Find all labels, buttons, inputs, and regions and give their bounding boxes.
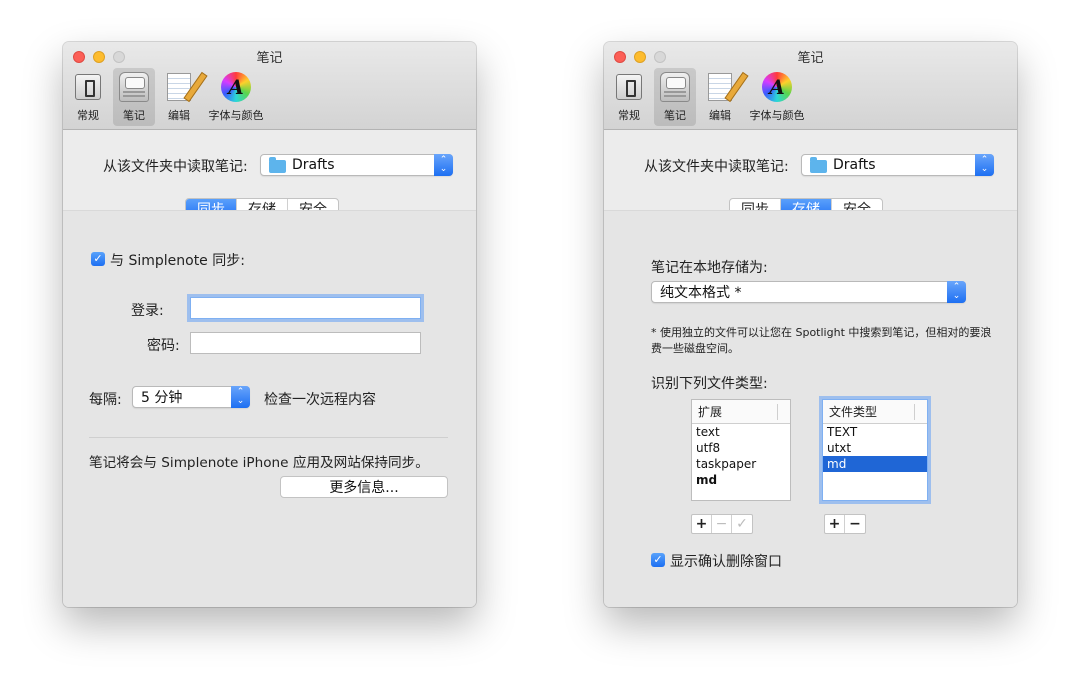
add-extension-button[interactable]: + bbox=[692, 515, 712, 533]
storage-format-value: 纯文本格式 * bbox=[660, 285, 742, 301]
toolbar-notes[interactable]: 笔记 bbox=[654, 68, 696, 126]
password-input[interactable] bbox=[190, 332, 421, 354]
toolbar-general[interactable]: 常规 bbox=[73, 68, 103, 126]
interval-suffix: 检查一次远程内容 bbox=[264, 392, 376, 408]
popup-arrows-icon: ⌃ ⌄ bbox=[947, 281, 966, 303]
add-filetype-button[interactable]: + bbox=[825, 515, 845, 533]
popup-arrows-icon: ⌃ ⌄ bbox=[434, 154, 453, 176]
extensions-controls: + − ✓ bbox=[691, 514, 753, 534]
list-item[interactable]: utf8 bbox=[692, 440, 790, 456]
folder-icon bbox=[269, 156, 286, 173]
extensions-table[interactable]: 扩展 text utf8 taskpaper md bbox=[691, 399, 791, 501]
interval-value: 5 分钟 bbox=[141, 390, 183, 406]
remove-filetype-button[interactable]: − bbox=[845, 515, 865, 533]
popup-arrows-icon: ⌃ ⌄ bbox=[975, 154, 994, 176]
confirm-delete-checkbox[interactable]: ✓ bbox=[651, 553, 665, 567]
interval-popup[interactable]: 5 分钟 ⌃ ⌄ bbox=[132, 386, 250, 408]
toolbar-edit[interactable]: 编辑 bbox=[702, 68, 738, 126]
filetypes-controls: + − bbox=[824, 514, 866, 534]
notes-icon bbox=[119, 72, 149, 102]
edit-icon bbox=[708, 73, 732, 101]
window-title: 笔记 bbox=[256, 51, 283, 66]
filetypes-label: 识别下列文件类型: bbox=[651, 376, 768, 392]
toolbar-edit-label: 编辑 bbox=[168, 109, 190, 122]
font-color-icon: A bbox=[221, 72, 251, 102]
folder-value: Drafts bbox=[833, 157, 876, 173]
sync-checkbox[interactable]: ✓ bbox=[91, 252, 105, 266]
confirm-delete-label: 显示确认删除窗口 bbox=[670, 554, 782, 570]
popup-arrows-icon: ⌃ ⌄ bbox=[231, 386, 250, 408]
folder-label: 从该文件夹中读取笔记: bbox=[103, 159, 248, 175]
folder-label: 从该文件夹中读取笔记: bbox=[644, 159, 789, 175]
interval-label: 每隔: bbox=[89, 392, 122, 408]
folder-popup[interactable]: Drafts ⌃ ⌄ bbox=[260, 154, 453, 176]
password-label: 密码: bbox=[147, 338, 180, 354]
login-label: 登录: bbox=[131, 303, 164, 319]
remove-extension-button[interactable]: − bbox=[712, 515, 732, 533]
spotlight-footnote: * 使用独立的文件可以让您在 Spotlight 中搜索到笔记，但相对的要浪费一… bbox=[651, 326, 992, 355]
login-input[interactable] bbox=[190, 297, 421, 319]
preferences-window-storage: 笔记 常规 笔记 编辑 A 字体与颜色 从该文件夹中读取笔记: Drafts ⌃… bbox=[604, 42, 1017, 607]
preferences-window-sync: 笔记 常规 笔记 编辑 A 字体与颜色 从该文件夹中读取笔记: Drafts ⌃… bbox=[63, 42, 476, 607]
list-item[interactable]: md bbox=[692, 472, 790, 488]
edit-icon bbox=[167, 73, 191, 101]
list-item-selected[interactable]: md bbox=[823, 456, 927, 472]
general-icon bbox=[616, 74, 642, 100]
filetypes-table[interactable]: 文件类型 TEXT utxt md bbox=[822, 399, 928, 501]
list-item[interactable]: utxt bbox=[823, 440, 927, 456]
sync-info-text: 笔记将会与 Simplenote iPhone 应用及网站保持同步。 bbox=[89, 455, 429, 471]
more-info-button[interactable]: 更多信息... bbox=[280, 476, 448, 498]
toolbar-font-color[interactable]: A 字体与颜色 bbox=[203, 68, 269, 126]
list-item[interactable]: TEXT bbox=[823, 424, 927, 440]
sync-checkbox-label: 与 Simplenote 同步: bbox=[110, 253, 245, 269]
toolbar-font-color[interactable]: A 字体与颜色 bbox=[744, 68, 810, 126]
toolbar-notes[interactable]: 笔记 bbox=[113, 68, 155, 126]
toolbar-general-label: 常规 bbox=[77, 109, 99, 122]
toolbar-notes-label: 笔记 bbox=[664, 109, 686, 122]
folder-icon bbox=[810, 156, 827, 173]
storage-format-popup[interactable]: 纯文本格式 * ⌃ ⌄ bbox=[651, 281, 966, 303]
toolbar-general-label: 常规 bbox=[618, 109, 640, 122]
sync-pane: ✓ 与 Simplenote 同步: 登录: 密码: 每隔: 5 分钟 ⌃ ⌄ 检… bbox=[63, 210, 476, 607]
notes-icon bbox=[660, 72, 690, 102]
checkmark-icon[interactable]: ✓ bbox=[732, 515, 752, 533]
filetypes-header[interactable]: 文件类型 bbox=[823, 400, 927, 424]
font-color-icon: A bbox=[762, 72, 792, 102]
folder-popup[interactable]: Drafts ⌃ ⌄ bbox=[801, 154, 994, 176]
toolbar-font-color-label: 字体与颜色 bbox=[749, 109, 805, 122]
general-icon bbox=[75, 74, 101, 100]
toolbar-general[interactable]: 常规 bbox=[614, 68, 644, 126]
storage-pane: 笔记在本地存储为: 纯文本格式 * ⌃ ⌄ * 使用独立的文件可以让您在 Spot… bbox=[604, 210, 1017, 607]
extensions-header[interactable]: 扩展 bbox=[692, 400, 790, 424]
toolbar-notes-label: 笔记 bbox=[123, 109, 145, 122]
title-bar: 笔记 常规 笔记 编辑 A 字体与颜色 bbox=[63, 42, 476, 130]
title-bar: 笔记 常规 笔记 编辑 A 字体与颜色 bbox=[604, 42, 1017, 130]
divider bbox=[89, 437, 448, 438]
list-item[interactable]: text bbox=[692, 424, 790, 440]
list-item[interactable]: taskpaper bbox=[692, 456, 790, 472]
toolbar-edit[interactable]: 编辑 bbox=[161, 68, 197, 126]
toolbar-font-color-label: 字体与颜色 bbox=[208, 109, 264, 122]
storage-label: 笔记在本地存储为: bbox=[651, 260, 768, 276]
window-title: 笔记 bbox=[797, 51, 824, 66]
folder-value: Drafts bbox=[292, 157, 335, 173]
toolbar-edit-label: 编辑 bbox=[709, 109, 731, 122]
